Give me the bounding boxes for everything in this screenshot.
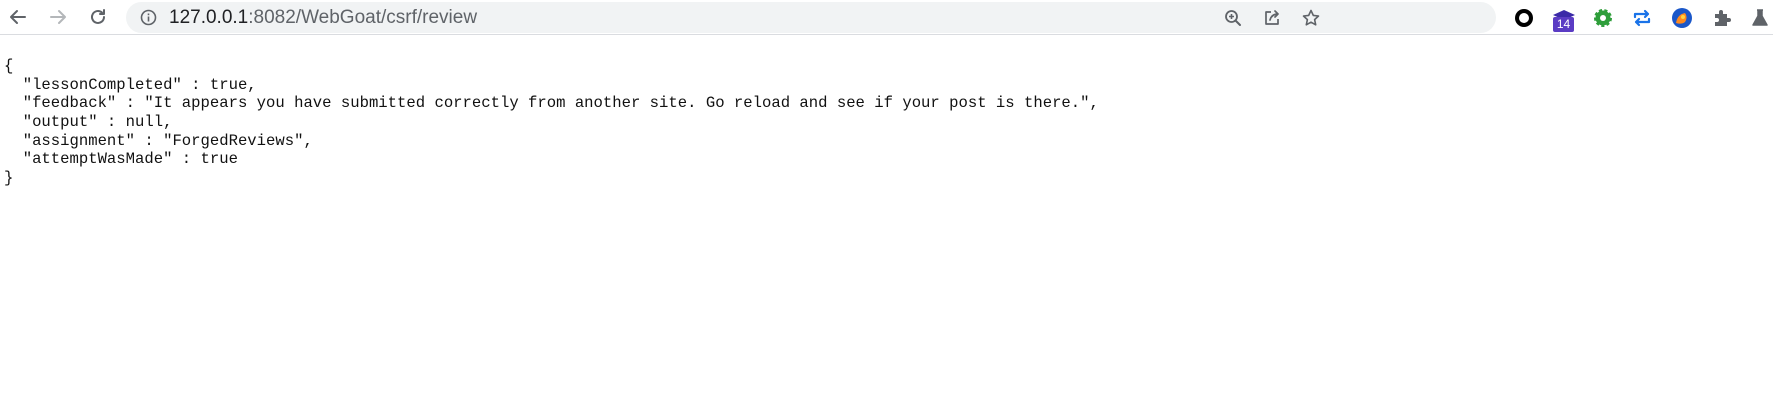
gear-extension-icon: [1594, 9, 1612, 27]
json-line: "lessonCompleted" : true,: [4, 75, 257, 94]
arrow-left-icon: [10, 10, 26, 24]
json-line: "attemptWasMade" : true: [4, 150, 238, 169]
json-line: "assignment" : "ForgedReviews",: [4, 131, 313, 150]
extension-repeat-button[interactable]: [1630, 6, 1654, 30]
json-line: "feedback" : "It appears you have submit…: [4, 94, 1099, 113]
reload-button[interactable]: [83, 2, 113, 32]
extension-circle-button[interactable]: [1512, 6, 1536, 30]
address-bar[interactable]: 127.0.0.1:8082/WebGoat/csrf/review: [126, 2, 1496, 33]
json-line: "output" : null,: [4, 113, 173, 132]
zoom-icon: [1225, 10, 1241, 26]
json-response-body: { "lessonCompleted" : true, "feedback" :…: [4, 57, 1099, 188]
url-text[interactable]: 127.0.0.1:8082/WebGoat/csrf/review: [169, 2, 477, 33]
puzzle-icon: [1715, 10, 1731, 26]
lab-button[interactable]: [1748, 6, 1772, 30]
share-button[interactable]: [1261, 7, 1283, 29]
share-icon: [1265, 10, 1279, 25]
flask-icon: [1752, 9, 1768, 26]
extension-badge: 14: [1553, 17, 1574, 32]
extension-fox-button[interactable]: [1670, 6, 1694, 30]
circle-extension-icon: [1515, 9, 1533, 27]
zoom-button[interactable]: [1222, 7, 1244, 29]
url-path: :8082/WebGoat/csrf/review: [248, 7, 478, 28]
forward-button[interactable]: [43, 2, 73, 32]
json-line: }: [4, 169, 14, 188]
url-host: 127.0.0.1: [169, 7, 249, 28]
extensions-menu-button[interactable]: [1710, 6, 1734, 30]
info-icon[interactable]: [140, 9, 157, 26]
bookmark-button[interactable]: [1300, 7, 1322, 29]
extension-gear-button[interactable]: [1591, 6, 1615, 30]
repeat-extension-icon: [1633, 9, 1651, 27]
fox-extension-icon: [1672, 8, 1692, 28]
arrow-right-icon: [50, 10, 66, 24]
reload-icon: [91, 9, 105, 24]
browser-toolbar: 127.0.0.1:8082/WebGoat/csrf/review 14: [0, 0, 1773, 35]
star-icon: [1302, 9, 1320, 26]
back-button[interactable]: [3, 2, 33, 32]
json-line: {: [4, 57, 14, 75]
